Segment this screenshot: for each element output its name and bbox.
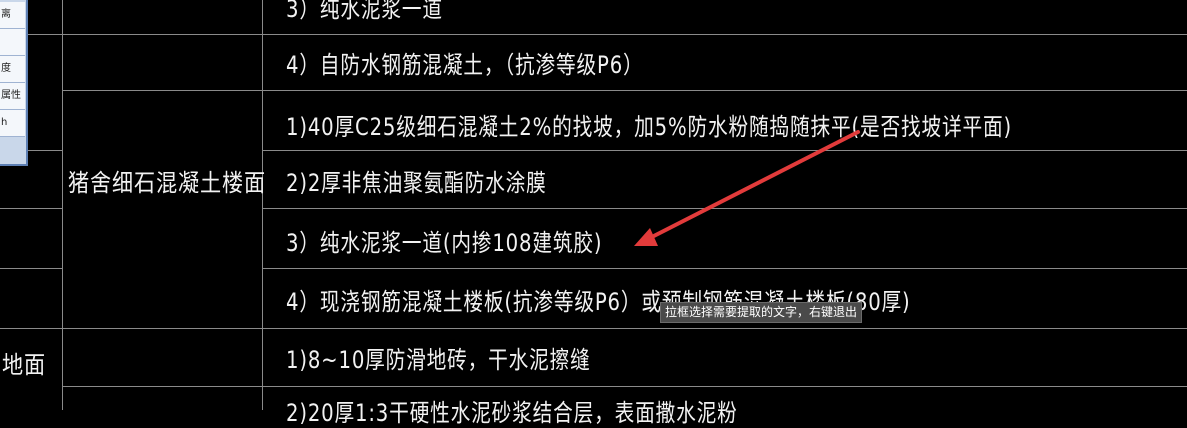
side-panel-row[interactable]: 度 [0, 56, 25, 83]
cad-drawing-canvas[interactable]: 猪舍细石混凝土楼面 地面 3）纯水泥浆一道 4）自防水钢筋混凝土，（抗渗等级P6… [0, 0, 1187, 427]
tooltip: 拉框选择需要提取的文字，右键退出 [660, 302, 863, 323]
side-panel-row[interactable]: 离 [0, 2, 25, 29]
side-panel-row[interactable]: h [0, 110, 25, 137]
side-panel-row[interactable] [0, 29, 25, 56]
properties-side-panel[interactable]: 离 度 属性 h [0, 0, 28, 166]
side-panel-row[interactable]: 属性 [0, 83, 25, 110]
red-arrow-annotation [634, 130, 860, 246]
